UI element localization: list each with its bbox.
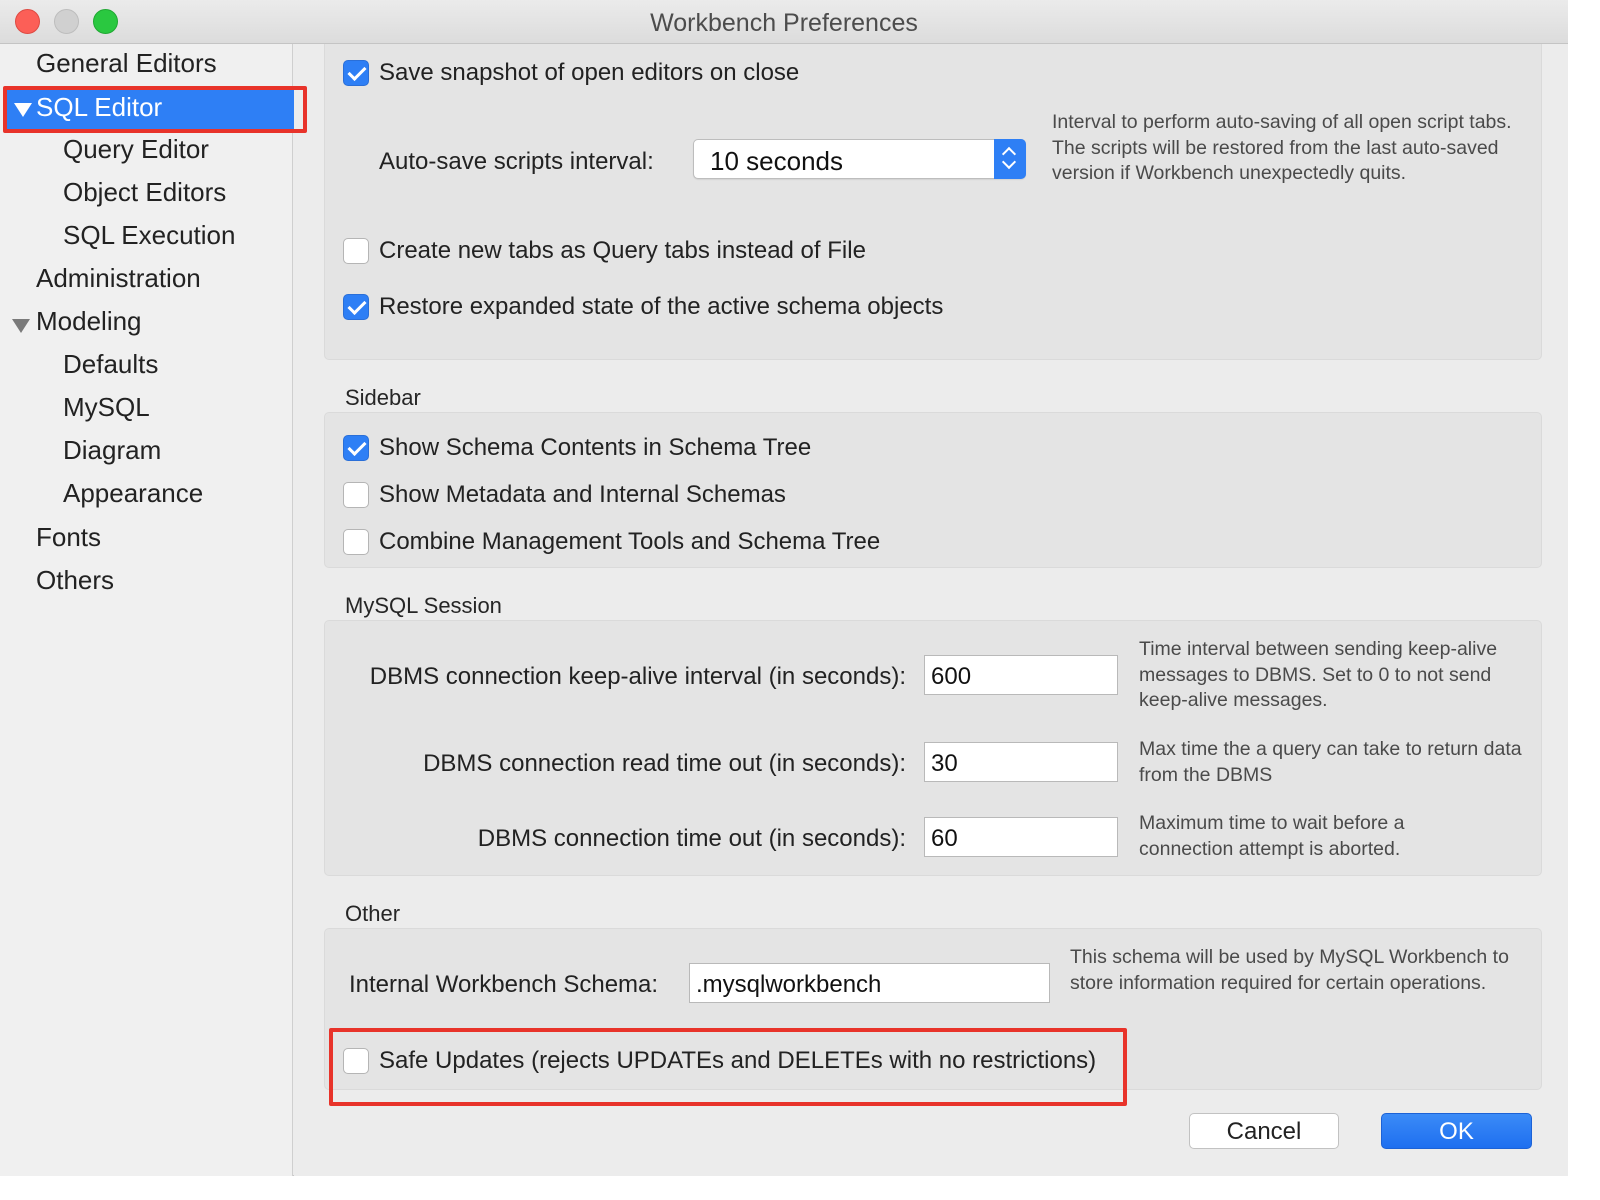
autosave-interval-select[interactable]: 10 seconds (693, 139, 1026, 179)
preferences-content: Save snapshot of open editors on close A… (294, 44, 1568, 1176)
highlight-box-sql-editor (3, 86, 307, 133)
read-timeout-input[interactable]: 30 (924, 742, 1118, 782)
sidebar-item-object-editors[interactable]: Object Editors (63, 177, 226, 208)
mysql-session-group-title: MySQL Session (345, 593, 502, 618)
title-bar: Workbench Preferences (0, 0, 1568, 44)
connection-timeout-input[interactable]: 60 (924, 817, 1118, 857)
sidebar-item-mysql[interactable]: MySQL (63, 392, 150, 423)
new-tabs-query-label: Create new tabs as Query tabs instead of… (379, 237, 866, 264)
sidebar-item-fonts[interactable]: Fonts (36, 522, 101, 553)
autosave-interval-label: Auto-save scripts interval: (379, 148, 654, 175)
connection-timeout-description: Maximum time to wait before a connection… (1139, 812, 1405, 860)
keepalive-input[interactable]: 600 (924, 655, 1118, 695)
show-schema-contents-row[interactable]: Show Schema Contents in Schema Tree (343, 434, 811, 462)
restore-expanded-row[interactable]: Restore expanded state of the active sch… (343, 293, 943, 321)
other-group-title: Other (345, 901, 401, 926)
sidebar-group-title: Sidebar (345, 385, 421, 410)
keepalive-description: Time interval between sending keep-alive… (1139, 638, 1498, 711)
ok-button[interactable]: OK (1381, 1113, 1532, 1149)
sidebar-item-defaults[interactable]: Defaults (63, 349, 158, 380)
autosave-interval-description: Interval to perform auto-saving of all o… (1052, 111, 1512, 184)
highlight-box-safe-updates (329, 1028, 1127, 1106)
combine-tools-label: Combine Management Tools and Schema Tree (379, 528, 881, 555)
keepalive-label: DBMS connection keep-alive interval (in … (369, 663, 906, 690)
sidebar-item-query-editor[interactable]: Query Editor (63, 134, 209, 165)
sidebar-item-general-editors[interactable]: General Editors (36, 48, 217, 79)
read-timeout-label: DBMS connection read time out (in second… (423, 750, 906, 777)
preferences-sidebar: General Editors SQL Editor Query Editor … (0, 44, 303, 1176)
show-metadata-row[interactable]: Show Metadata and Internal Schemas (343, 481, 786, 509)
new-tabs-query-checkbox[interactable] (343, 238, 369, 264)
sidebar-item-others[interactable]: Others (36, 565, 114, 596)
connection-timeout-label: DBMS connection time out (in seconds): (477, 825, 906, 852)
internal-schema-input[interactable]: .mysqlworkbench (689, 963, 1050, 1003)
new-tabs-query-row[interactable]: Create new tabs as Query tabs instead of… (343, 237, 866, 265)
save-snapshot-checkbox[interactable] (343, 60, 369, 86)
preferences-window: Workbench Preferences General Editors SQ… (0, 0, 1568, 1176)
show-metadata-checkbox[interactable] (343, 482, 369, 508)
cancel-button[interactable]: Cancel (1189, 1113, 1339, 1149)
internal-schema-description: This schema will be used by MySQL Workbe… (1070, 946, 1509, 994)
combine-tools-checkbox[interactable] (343, 529, 369, 555)
save-snapshot-label: Save snapshot of open editors on close (379, 59, 800, 86)
select-stepper-icon[interactable] (994, 139, 1026, 179)
internal-schema-label: Internal Workbench Schema: (349, 971, 659, 998)
show-schema-contents-checkbox[interactable] (343, 435, 369, 461)
disclosure-triangle-icon[interactable] (12, 319, 30, 333)
read-timeout-description: Max time the a query can take to return … (1139, 738, 1522, 786)
show-metadata-label: Show Metadata and Internal Schemas (379, 481, 786, 508)
sidebar-item-diagram[interactable]: Diagram (63, 435, 161, 466)
restore-expanded-label: Restore expanded state of the active sch… (379, 293, 944, 320)
sidebar-item-appearance[interactable]: Appearance (63, 478, 203, 509)
save-snapshot-row[interactable]: Save snapshot of open editors on close (343, 59, 799, 87)
show-schema-contents-label: Show Schema Contents in Schema Tree (379, 434, 812, 461)
window-title: Workbench Preferences (650, 9, 918, 37)
autosave-interval-value: 10 seconds (710, 146, 843, 176)
combine-tools-row[interactable]: Combine Management Tools and Schema Tree (343, 528, 880, 556)
sidebar-item-administration[interactable]: Administration (36, 263, 201, 294)
restore-expanded-checkbox[interactable] (343, 294, 369, 320)
sidebar-item-modeling[interactable]: Modeling (36, 306, 142, 337)
sidebar-item-sql-execution[interactable]: SQL Execution (63, 220, 235, 251)
